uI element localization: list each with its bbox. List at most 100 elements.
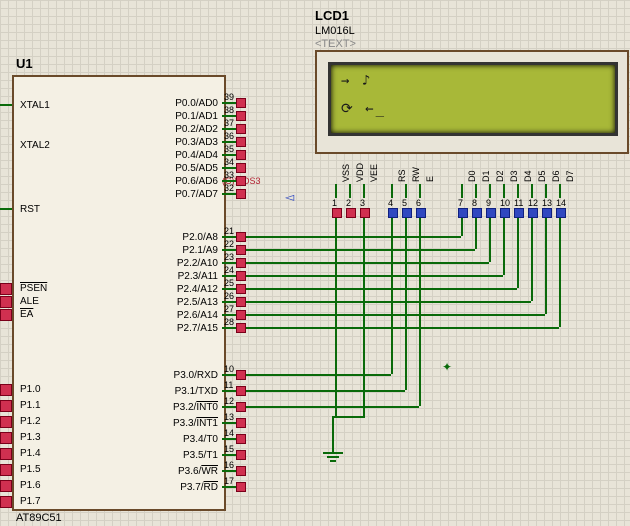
u1-pin-num-13: 13 [224,412,234,422]
lcd-pin-box-D2[interactable] [486,208,496,218]
u1-pin-box-15[interactable] [236,450,246,460]
u1-pin-box-11[interactable] [236,386,246,396]
lcd-pin-box-D4[interactable] [514,208,524,218]
lcd-pin-num-12: 12 [528,198,538,208]
lcd-pin-box-E[interactable] [416,208,426,218]
lcd-pin-box-D5[interactable] [528,208,538,218]
u1-pin-num-38: 38 [224,105,234,115]
stub-xtal1 [0,104,12,106]
lcd-pin-num-6: 6 [416,198,421,208]
conn-p17[interactable] [0,496,12,508]
conn-p12[interactable] [0,416,12,428]
u1-pin-box-16[interactable] [236,466,246,476]
net-ctrl0-h [246,374,391,376]
u1-pin-num-33: 33 [224,170,234,180]
u1-pin-box-35[interactable] [236,150,246,160]
u1-pin-box-13[interactable] [236,418,246,428]
u1-pin-box-28[interactable] [236,323,246,333]
u1-pin-box-25[interactable] [236,284,246,294]
u1-pin-box-24[interactable] [236,271,246,281]
u1-pin-num-12: 12 [224,396,234,406]
lcd-ref: LCD1 [315,8,349,23]
lcd-pin-box-D6[interactable] [542,208,552,218]
u1-pin-num-21: 21 [224,226,234,236]
lcd-pin-VSS: VSS [341,164,351,182]
lcd-pin-RS: RS [397,169,407,182]
u1-pin-17: P3.7/RD [160,482,218,493]
u1-pin-box-21[interactable] [236,232,246,242]
lcd-pin-num-11: 11 [514,198,523,208]
u1-pin-box-27[interactable] [236,310,246,320]
lcd-line1: → ♪ [341,73,372,89]
net-d1-v [475,218,477,249]
lcd-pin-D6: D6 [551,170,561,182]
lcd-line2: ⟳ ←_ [341,101,386,117]
u1-pin-box-33[interactable] [236,176,246,186]
u1-pin-box-36[interactable] [236,137,246,147]
lcd-pin-box-D7[interactable] [556,208,566,218]
u1-pin-box-17[interactable] [236,482,246,492]
stub-25 [222,288,236,290]
net-ctrl2-v [419,218,421,406]
conn-ea[interactable] [0,309,12,321]
lcd-pin-box-D1[interactable] [472,208,482,218]
stub-11 [222,390,236,392]
lcd-pin-box-VDD[interactable] [346,208,356,218]
stub-38 [222,115,236,117]
u1-pin-box-12[interactable] [236,402,246,412]
conn-p15[interactable] [0,464,12,476]
net-d3-v [503,218,505,275]
u1-pin-box-37[interactable] [236,124,246,134]
conn-ale[interactable] [0,296,12,308]
net-ctrl1-v [405,218,407,390]
pin-ale: ALE [20,296,39,307]
conn-psen[interactable] [0,283,12,295]
stub-27 [222,314,236,316]
u1-pin-box-39[interactable] [236,98,246,108]
lcd-pin-box-VEE[interactable] [360,208,370,218]
u1-pin-box-26[interactable] [236,297,246,307]
u1-pin-37: P0.2/AD2 [160,124,218,135]
pin-xtal2: XTAL2 [20,140,50,151]
u1-pin-box-34[interactable] [236,163,246,173]
net-d5-h [246,301,531,303]
lcd-pin-box-D3[interactable] [500,208,510,218]
u1-ref: U1 [16,56,33,71]
stub-23 [222,262,236,264]
conn-p10[interactable] [0,384,12,396]
net-ctrl1-h [246,390,405,392]
u1-pin-box-32[interactable] [236,189,246,199]
net-d2-v [489,218,491,262]
conn-p16[interactable] [0,480,12,492]
u1-pin-num-37: 37 [224,118,234,128]
net-ctrl0-v [391,218,393,374]
lcd-stub-RS [391,184,393,198]
lcd-pin-num-4: 4 [388,198,393,208]
u1-pin-num-23: 23 [224,252,234,262]
u1-pin-25: P2.4/A12 [160,284,218,295]
lcd-pin-box-VSS[interactable] [332,208,342,218]
u1-pin-27: P2.6/A14 [160,310,218,321]
conn-p14[interactable] [0,448,12,460]
lcd-pin-box-D0[interactable] [458,208,468,218]
wire-gnd-stem [332,416,334,452]
lcd-pin-num-1: 1 [332,198,337,208]
u1-pin-num-11: 11 [224,380,233,390]
pin-p13: P1.3 [20,432,41,443]
u1-pin-box-38[interactable] [236,111,246,121]
u1-pin-box-22[interactable] [236,245,246,255]
stub-26 [222,301,236,303]
pin-p10: P1.0 [20,384,41,395]
lcd-stub-D5 [531,184,533,198]
lcd-pin-RW: RW [411,167,421,182]
stub-34 [222,167,236,169]
conn-p13[interactable] [0,432,12,444]
lcd-pin-D2: D2 [495,170,505,182]
lcd-pin-box-RS[interactable] [388,208,398,218]
conn-p11[interactable] [0,400,12,412]
u1-pin-box-10[interactable] [236,370,246,380]
net-gnd-2 [363,218,365,416]
lcd-pin-box-RW[interactable] [402,208,412,218]
u1-pin-box-14[interactable] [236,434,246,444]
u1-pin-box-23[interactable] [236,258,246,268]
